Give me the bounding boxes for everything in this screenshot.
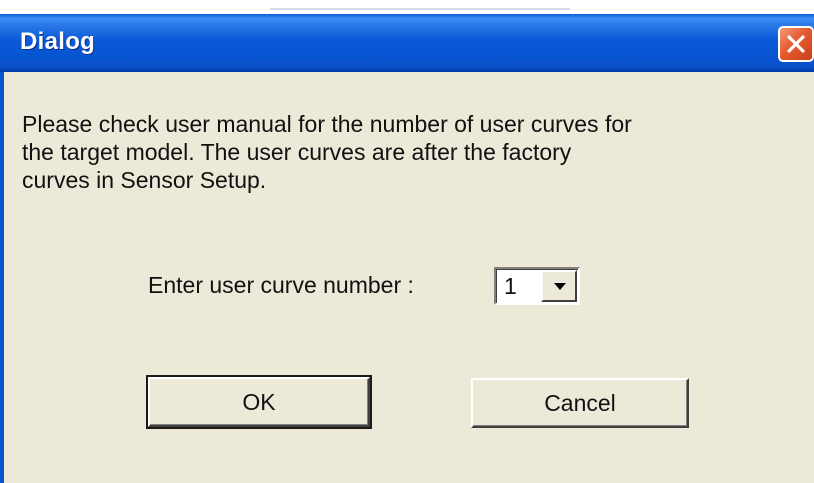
curve-number-label: Enter user curve number : — [148, 272, 414, 298]
dropdown-arrow-button[interactable] — [541, 270, 577, 302]
close-button[interactable] — [778, 26, 814, 62]
title-bar[interactable]: Dialog — [0, 14, 814, 72]
curve-number-dropdown[interactable]: 1 — [494, 267, 580, 305]
dialog-window: Dialog Please check user manual for the … — [0, 14, 814, 483]
instruction-message: Please check user manual for the number … — [22, 110, 812, 194]
window-frame-left — [0, 72, 4, 483]
background-strip — [0, 0, 814, 14]
background-window-edge — [270, 0, 570, 10]
cancel-button[interactable]: Cancel — [471, 378, 689, 428]
ok-button[interactable]: OK — [146, 375, 372, 429]
message-line: Please check user manual for the number … — [22, 111, 632, 137]
curve-number-value: 1 — [504, 273, 517, 299]
message-line: the target model. The user curves are af… — [22, 139, 572, 165]
window-title: Dialog — [20, 28, 96, 55]
message-line: curves in Sensor Setup. — [22, 167, 267, 193]
